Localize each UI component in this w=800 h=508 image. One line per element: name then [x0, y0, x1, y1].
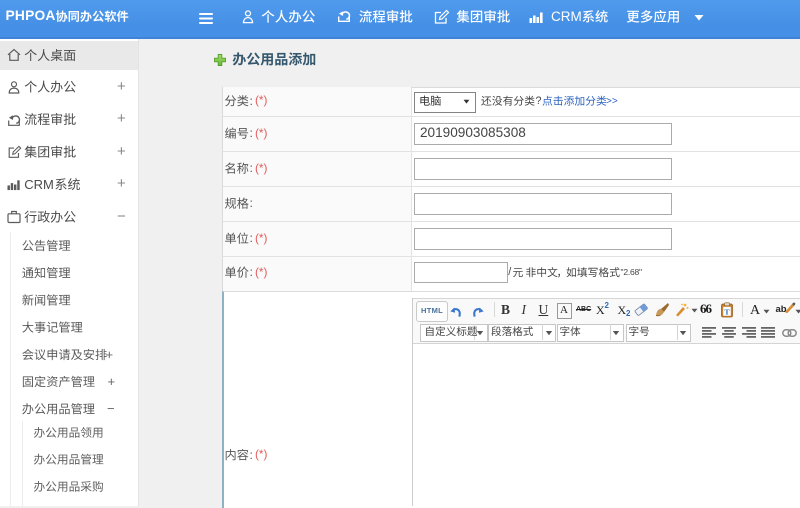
svg-text:T: T [724, 307, 730, 316]
